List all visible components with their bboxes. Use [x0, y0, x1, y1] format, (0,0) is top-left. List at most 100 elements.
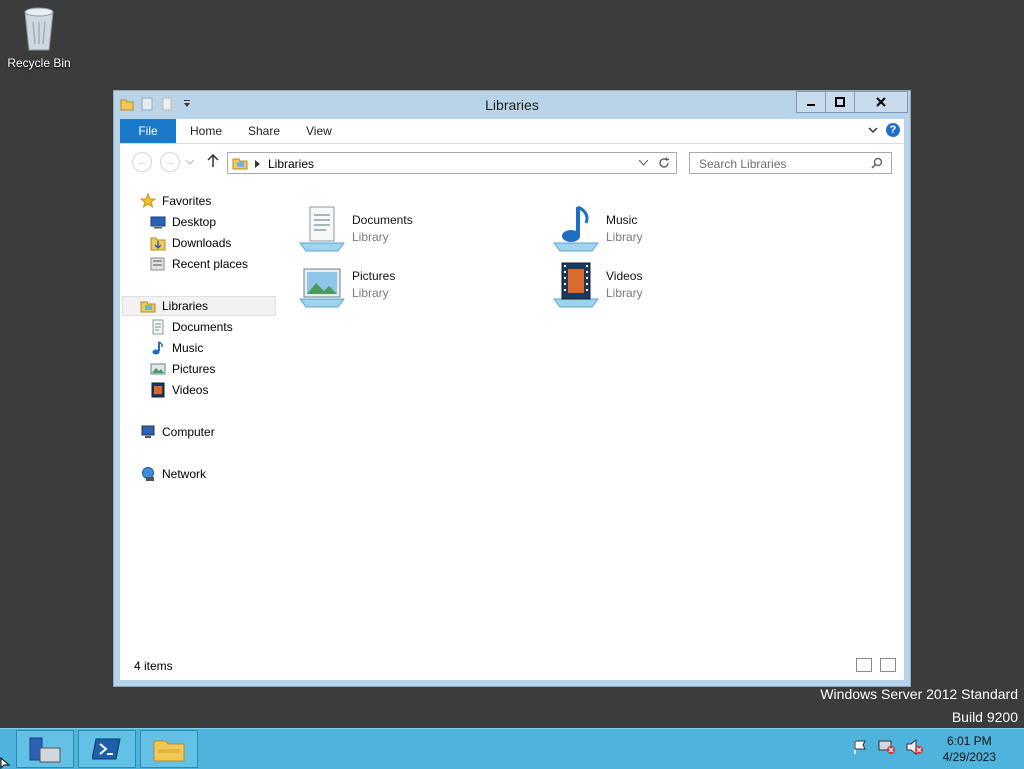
maximize-icon	[835, 97, 845, 107]
downloads-icon	[150, 237, 166, 251]
nav-desktop[interactable]: Desktop	[150, 212, 216, 232]
nav-downloads-label: Downloads	[172, 236, 232, 250]
maximize-button[interactable]	[825, 91, 855, 113]
music-note-icon	[152, 341, 163, 355]
file-explorer-button[interactable]	[140, 730, 198, 768]
tab-view[interactable]: View	[306, 119, 332, 143]
library-documents[interactable]: Documents Library	[298, 205, 413, 253]
navigation-pane: Favorites Desktop Downloads Recent place…	[120, 191, 278, 648]
search-box[interactable]: Search Libraries	[689, 152, 892, 174]
library-name: Documents	[352, 213, 413, 227]
libraries-icon	[140, 301, 156, 313]
server-manager-button[interactable]	[16, 730, 74, 768]
title-bar[interactable]: Libraries	[114, 91, 910, 119]
up-arrow-icon[interactable]	[207, 154, 219, 168]
clock-time: 6:01 PM	[946, 734, 992, 748]
nav-recent-places[interactable]: Recent places	[150, 254, 248, 274]
search-icon[interactable]	[871, 157, 883, 169]
powershell-button[interactable]	[78, 730, 136, 768]
nav-videos[interactable]: Videos	[150, 380, 208, 400]
nav-computer-label: Computer	[162, 425, 215, 439]
recycle-bin-icon	[21, 6, 57, 52]
library-name: Music	[606, 213, 638, 227]
nav-libraries-label: Libraries	[162, 299, 209, 313]
computer-icon	[141, 425, 155, 438]
pictures-icon	[150, 363, 166, 375]
help-icon[interactable]: ?	[886, 123, 900, 137]
tab-file[interactable]: File	[120, 119, 176, 143]
navigation-bar: ← → Libraries Search Libraries	[120, 144, 904, 178]
recent-locations-chevron-icon[interactable]	[186, 159, 194, 165]
expand-ribbon-icon[interactable]	[868, 125, 878, 135]
nav-recent-places-label: Recent places	[172, 257, 249, 271]
library-type: Library	[352, 286, 389, 300]
os-watermark-build: Build 9200	[951, 709, 1018, 725]
os-watermark-edition: Windows Server 2012 Standard	[820, 686, 1018, 702]
libraries-icon	[232, 158, 248, 170]
taskbar: 6:01 PM 4/29/2023	[0, 728, 1024, 769]
breadcrumb-arrow-icon[interactable]	[255, 160, 261, 168]
recent-places-icon	[150, 257, 165, 271]
library-type: Library	[606, 286, 643, 300]
explorer-window: Libraries File Home Share View ? ← → Lib…	[113, 90, 911, 687]
tab-share[interactable]: Share	[248, 119, 280, 143]
nav-music-label: Music	[172, 341, 204, 355]
library-music[interactable]: Music Library	[552, 205, 643, 253]
window-body: File Home Share View ? ← → Libraries Sea…	[120, 119, 904, 680]
clock[interactable]: 6:01 PM 4/29/2023	[943, 733, 996, 765]
nav-favorites-label: Favorites	[162, 194, 212, 208]
status-bar: 4 items	[120, 650, 904, 680]
start-corner-icon[interactable]	[0, 757, 10, 769]
nav-documents-label: Documents	[172, 320, 233, 334]
search-placeholder: Search Libraries	[699, 157, 787, 171]
documents-library-icon	[299, 206, 345, 252]
details-view-icon[interactable]	[856, 658, 872, 672]
nav-computer[interactable]: Computer	[140, 422, 215, 442]
library-pictures[interactable]: Pictures Library	[298, 261, 395, 309]
speaker-muted-icon[interactable]	[906, 739, 924, 755]
large-icons-view-icon[interactable]	[880, 658, 896, 672]
back-button[interactable]: ←	[132, 152, 152, 172]
videos-icon	[151, 382, 165, 398]
network-error-icon[interactable]	[878, 739, 896, 755]
pictures-library-icon	[299, 268, 345, 308]
library-name: Pictures	[352, 269, 396, 283]
powershell-icon	[92, 738, 121, 760]
nav-downloads[interactable]: Downloads	[150, 233, 231, 253]
close-icon	[876, 97, 886, 107]
nav-network[interactable]: Network	[140, 464, 206, 484]
recycle-bin[interactable]: Recycle Bin	[4, 6, 74, 70]
nav-desktop-label: Desktop	[172, 215, 217, 229]
nav-favorites[interactable]: Favorites	[140, 191, 211, 211]
videos-library-icon	[553, 262, 599, 308]
minimize-icon	[807, 104, 815, 106]
nav-libraries[interactable]: Libraries	[122, 296, 276, 316]
server-manager-icon	[29, 737, 61, 763]
address-bar[interactable]: Libraries	[227, 152, 677, 174]
address-text: Libraries	[268, 157, 315, 171]
nav-videos-label: Videos	[172, 383, 209, 397]
nav-pictures[interactable]: Pictures	[150, 359, 215, 379]
ribbon-tabs: File Home Share View ?	[120, 119, 904, 144]
forward-button[interactable]: →	[160, 152, 180, 172]
address-dropdown-icon[interactable]	[639, 160, 648, 166]
window-title: Libraries	[485, 97, 539, 113]
nav-network-label: Network	[162, 467, 207, 481]
nav-documents[interactable]: Documents	[150, 317, 233, 337]
library-videos[interactable]: Videos Library	[552, 261, 643, 309]
documents-icon	[152, 319, 164, 335]
clock-date: 4/29/2023	[942, 750, 996, 764]
star-icon	[140, 193, 156, 209]
network-icon	[142, 467, 154, 481]
tab-home[interactable]: Home	[190, 119, 222, 143]
action-center-flag-icon[interactable]	[852, 739, 868, 755]
music-library-icon	[553, 205, 599, 252]
close-button[interactable]	[854, 91, 908, 113]
refresh-icon[interactable]	[658, 157, 670, 169]
library-name: Videos	[606, 269, 643, 283]
minimize-button[interactable]	[796, 91, 826, 113]
item-count: 4 items	[134, 659, 173, 673]
library-type: Library	[606, 230, 643, 244]
system-tray	[852, 739, 924, 755]
nav-music[interactable]: Music	[150, 338, 203, 358]
